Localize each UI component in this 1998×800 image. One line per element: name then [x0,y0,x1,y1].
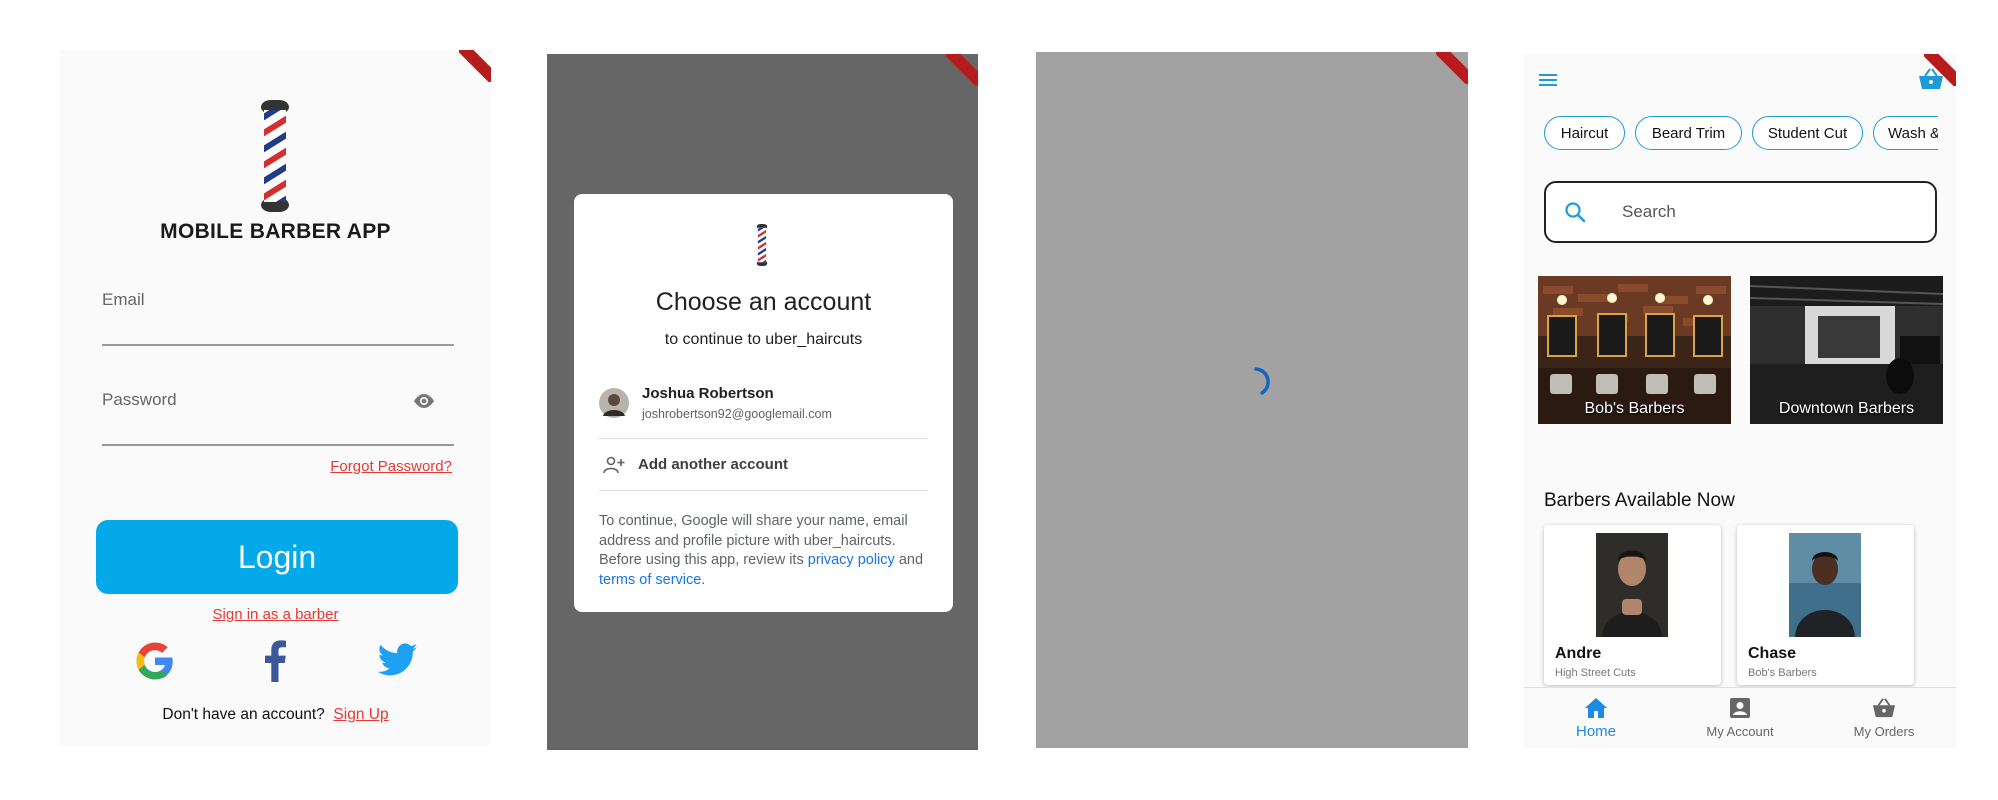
account-chooser-dialog: Choose an account to continue to uber_ha… [574,194,953,612]
debug-banner [946,54,978,86]
home-icon [1585,698,1607,718]
consent-text: To continue, Google will share your name… [599,513,924,588]
add-person-icon [603,456,625,474]
loading-screen [1036,52,1468,748]
email-placeholder: Email [102,290,145,309]
nav-my-orders[interactable]: My Orders [1812,688,1956,748]
add-account-row[interactable]: Add another account [599,448,928,484]
app-title: MOBILE BARBER APP [160,220,391,243]
barber-photo [1789,533,1861,637]
barber-name: Andre [1555,645,1602,662]
facebook-icon[interactable] [263,640,287,682]
section-title: Barbers Available Now [1544,490,1735,511]
account-name: Joshua Robertson [642,385,774,402]
search-icon [1565,202,1586,223]
signup-row: Don't have an account? Sign Up [60,706,491,724]
chip-student-cut[interactable]: Student Cut [1752,116,1863,150]
shop-card-bobs-barbers[interactable]: Bob's Barbers [1538,276,1731,424]
barber-name: Chase [1748,645,1797,662]
sign-up-link[interactable]: Sign Up [333,706,388,723]
login-button[interactable]: Login [96,520,458,594]
shop-card-downtown-barbers[interactable]: Downtown Barbers [1750,276,1943,424]
privacy-policy-link[interactable]: privacy policy [808,552,895,568]
forgot-password-link[interactable]: Forgot Password? [330,458,452,475]
avatar [599,388,629,418]
shop-name: Downtown Barbers [1778,400,1915,417]
barber-card-chase[interactable]: Chase Bob's Barbers [1737,525,1914,685]
barber-photo [1596,533,1668,637]
nav-my-account[interactable]: My Account [1668,688,1812,748]
shop-name: Bob's Barbers [1584,400,1685,417]
chip-wash[interactable]: Wash & [1873,116,1938,150]
search-placeholder: Search [1622,202,1676,221]
terms-link[interactable]: terms of service [599,572,701,588]
home-screen: Haircut Beard Trim Student Cut Wash & Se… [1524,54,1956,748]
add-account-label: Add another account [638,456,789,473]
password-placeholder: Password [102,390,177,409]
basket-icon [1873,698,1895,718]
nav-home[interactable]: Home [1524,688,1668,748]
twitter-icon[interactable] [378,642,418,678]
no-account-text: Don't have an account? [162,706,325,723]
barber-card-andre[interactable]: Andre High Street Cuts [1544,525,1721,685]
bottom-nav: Home My Account My Orders [1524,687,1956,748]
chip-haircut[interactable]: Haircut [1544,116,1625,150]
debug-banner [1436,52,1468,84]
password-field[interactable]: Password [102,390,454,446]
barber-shop: High Street Cuts [1555,667,1636,679]
barber-signin-link[interactable]: Sign in as a barber [60,606,491,623]
dialog-subtitle: to continue to uber_haircuts [664,331,863,348]
barber-shop: Bob's Barbers [1748,667,1817,679]
eye-icon[interactable] [412,392,436,410]
email-field[interactable]: Email [102,290,454,346]
barber-pole-logo-icon [261,100,289,212]
login-screen: MOBILE BARBER APP Email Password Forgot … [60,50,491,746]
nav-account-label: My Account [1706,724,1774,739]
nav-orders-label: My Orders [1853,724,1915,739]
dialog-title: Choose an account [655,288,872,316]
debug-banner [459,50,491,82]
search-input[interactable]: Search [1544,181,1937,243]
account-row[interactable]: Joshua Robertson joshrobertson92@googlem… [599,384,928,428]
service-chips: Haircut Beard Trim Student Cut Wash & [1524,54,1938,164]
chip-beard-trim[interactable]: Beard Trim [1635,116,1742,150]
account-chooser-screen: Choose an account to continue to uber_ha… [547,54,978,750]
account-email: joshrobertson92@googlemail.com [642,407,832,421]
app-logo-icon [756,224,768,266]
account-box-icon [1730,698,1750,718]
nav-home-label: Home [1575,723,1616,740]
google-icon[interactable] [134,640,176,682]
loading-spinner-icon [1254,367,1270,395]
